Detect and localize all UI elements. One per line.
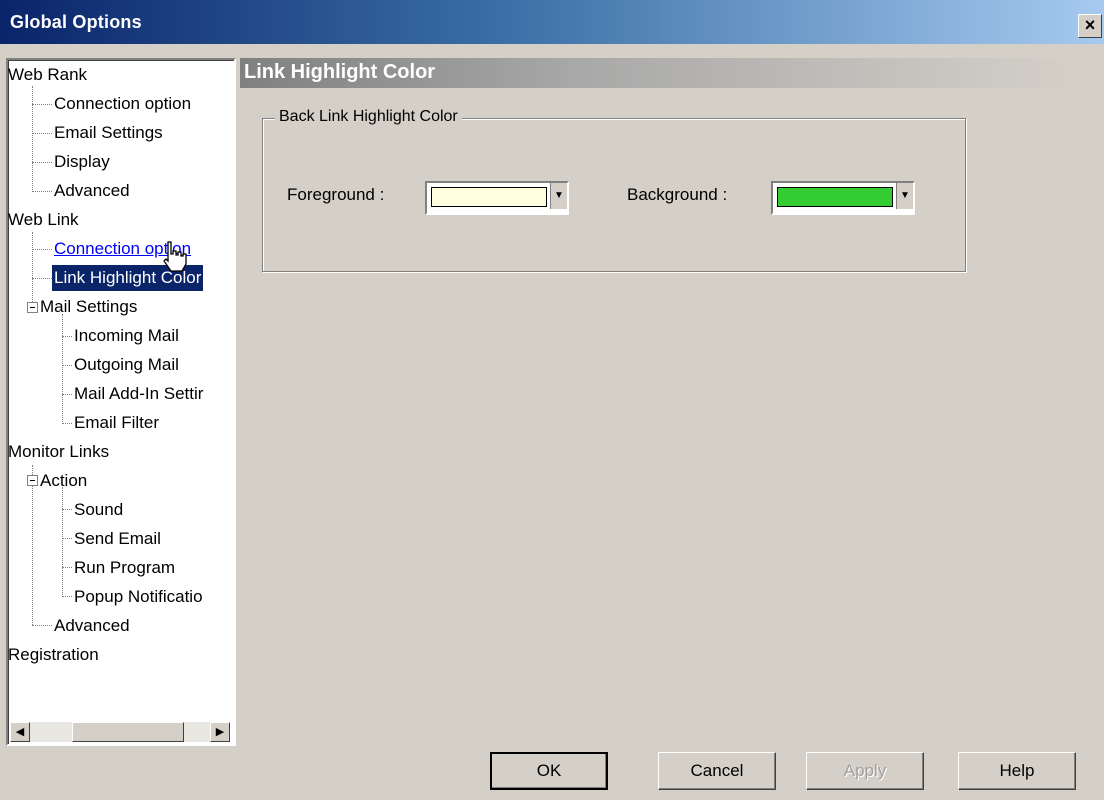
tree-connector xyxy=(62,365,72,366)
tree-item-outgoing-mail[interactable]: Outgoing Mail xyxy=(74,352,179,378)
tree-connector xyxy=(62,509,72,510)
tree-connector xyxy=(32,162,52,163)
tree-connector xyxy=(32,465,33,625)
tree-item-display[interactable]: Display xyxy=(54,149,110,175)
tree-item-advanced[interactable]: Advanced xyxy=(54,613,130,639)
tree-item-action[interactable]: Action xyxy=(40,468,87,494)
section-title: Link Highlight Color xyxy=(244,61,436,83)
tree-item-monitor-links[interactable]: Monitor Links xyxy=(8,439,109,465)
tree-connector xyxy=(62,567,72,568)
ok-button[interactable]: OK xyxy=(490,752,608,790)
tree-connector xyxy=(32,625,52,626)
cancel-button[interactable]: Cancel xyxy=(658,752,776,790)
tree-item-incoming-mail[interactable]: Incoming Mail xyxy=(74,323,179,349)
chevron-down-icon[interactable]: ▼ xyxy=(896,183,913,209)
tree-connector xyxy=(32,104,52,105)
foreground-color-swatch xyxy=(431,187,547,207)
tree-connector xyxy=(62,314,63,424)
tree-item-mail-settings[interactable]: Mail Settings xyxy=(40,294,137,320)
tree-connector xyxy=(62,596,72,597)
tree-item-advanced[interactable]: Advanced xyxy=(54,178,130,204)
scroll-thumb[interactable] xyxy=(72,722,184,742)
foreground-label: Foreground : xyxy=(287,185,385,204)
help-button[interactable]: Help xyxy=(958,752,1076,790)
tree-item-email-settings[interactable]: Email Settings xyxy=(54,120,163,146)
horizontal-scrollbar[interactable]: ◀ ▶ xyxy=(10,722,230,742)
tree-connector xyxy=(62,423,72,424)
tree-connector xyxy=(32,232,33,308)
background-color-swatch xyxy=(777,187,893,207)
group-label: Back Link Highlight Color xyxy=(275,108,462,126)
tree-connector xyxy=(62,336,72,337)
tree-connector xyxy=(32,249,52,250)
title-bar: Global Options × xyxy=(0,0,1104,44)
tree-connector xyxy=(62,487,63,597)
window-title: Global Options xyxy=(10,12,142,32)
tree-item-web-rank[interactable]: Web Rank xyxy=(8,62,87,88)
collapse-action-icon[interactable] xyxy=(27,475,38,486)
back-link-highlight-group: Back Link Highlight Color Foreground : ▼… xyxy=(262,108,966,272)
chevron-down-icon[interactable]: ▼ xyxy=(550,183,567,209)
tree-connector xyxy=(32,278,52,279)
close-button[interactable]: × xyxy=(1078,14,1102,38)
tree-item-popup-notification[interactable]: Popup Notificatio xyxy=(74,584,203,610)
collapse-mail-settings-icon[interactable] xyxy=(27,302,38,313)
tree-connector xyxy=(32,191,52,192)
tree-item-email-filter[interactable]: Email Filter xyxy=(74,410,159,436)
apply-button[interactable]: Apply xyxy=(806,752,924,790)
tree-connector xyxy=(32,133,52,134)
section-header: Link Highlight Color xyxy=(240,58,1076,88)
foreground-color-picker[interactable]: ▼ xyxy=(425,181,569,215)
scroll-left-icon[interactable]: ◀ xyxy=(10,722,30,742)
hand-cursor-icon xyxy=(163,241,187,272)
tree-item-web-link[interactable]: Web Link xyxy=(8,207,79,233)
tree-item-sound[interactable]: Sound xyxy=(74,497,123,523)
tree-connector xyxy=(32,86,33,192)
tree-item-run-program[interactable]: Run Program xyxy=(74,555,175,581)
scroll-right-icon[interactable]: ▶ xyxy=(210,722,230,742)
tree-item-send-email[interactable]: Send Email xyxy=(74,526,161,552)
tree-item-connection-option[interactable]: Connection option xyxy=(54,91,191,117)
tree-connector xyxy=(62,394,72,395)
tree-connector xyxy=(62,538,72,539)
options-tree[interactable]: Web Rank Connection option Email Setting… xyxy=(6,58,236,746)
tree-item-mail-add-in-settings[interactable]: Mail Add-In Settir xyxy=(74,381,203,407)
background-label: Background : xyxy=(627,185,728,204)
tree-item-registration[interactable]: Registration xyxy=(8,642,99,668)
background-color-picker[interactable]: ▼ xyxy=(771,181,915,215)
